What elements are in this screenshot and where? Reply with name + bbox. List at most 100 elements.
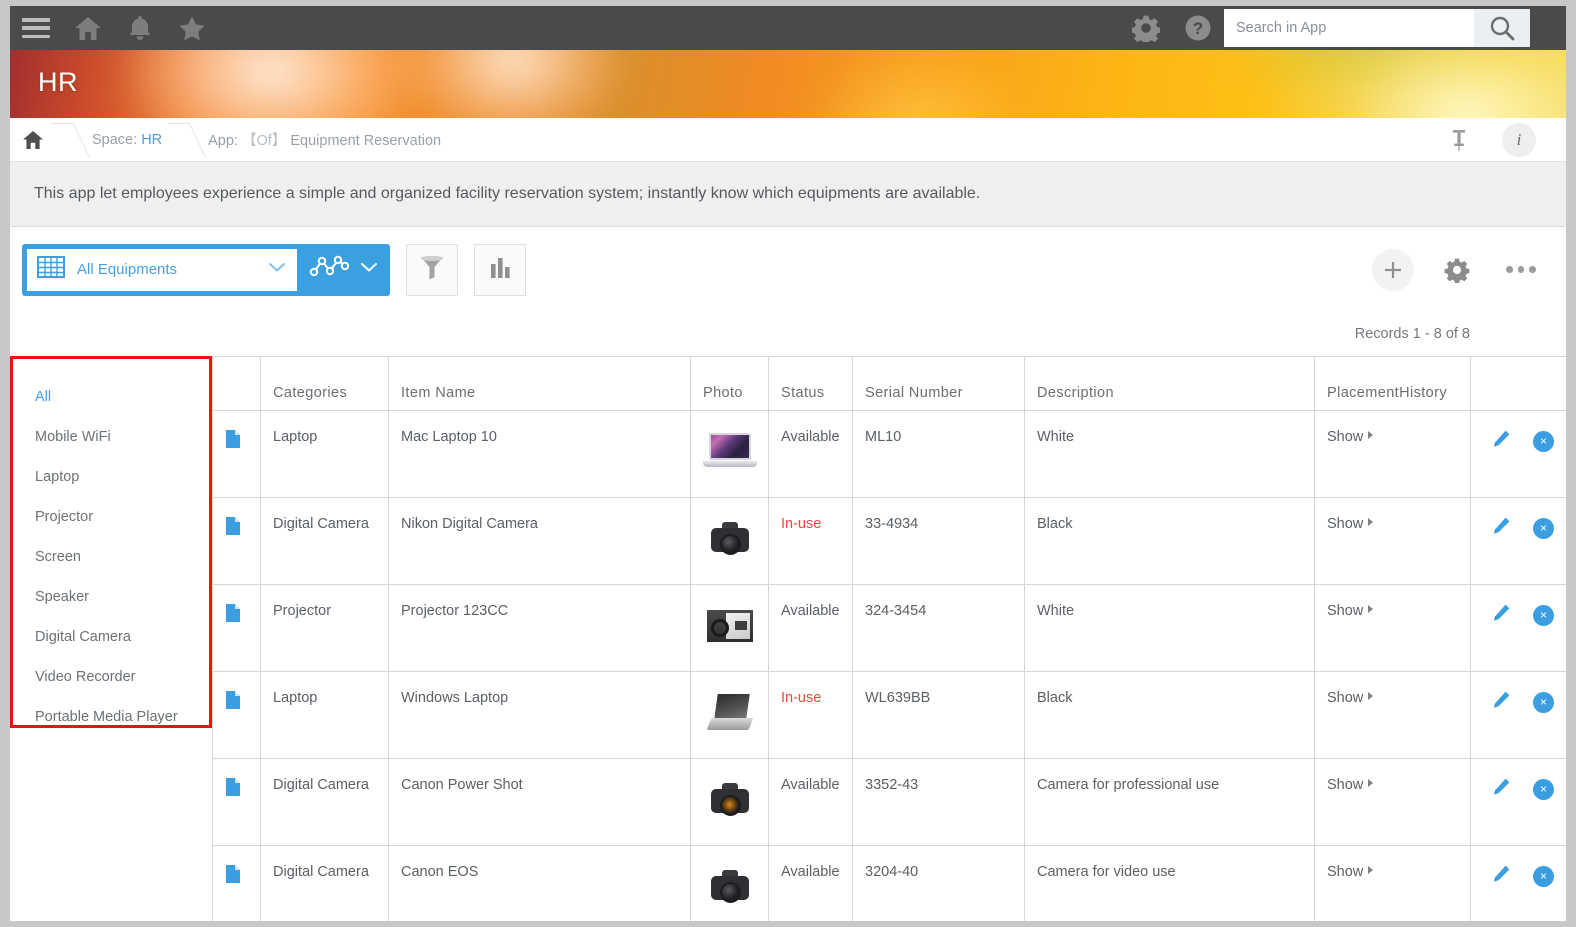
table-row[interactable]: Digital Camera Nikon Digital Camera In-use… [212, 497, 1566, 585]
column-header-serial[interactable]: Serial Number [852, 356, 1025, 411]
sidebar-item-label: Screen [35, 549, 81, 565]
sidebar-item-screen[interactable]: Screen [13, 537, 209, 577]
view-chart-toggle[interactable] [297, 249, 385, 291]
gear-icon[interactable] [1120, 6, 1172, 50]
cell-item-name: Canon Power Shot [388, 758, 691, 846]
line-chart-icon [309, 254, 350, 285]
records-table: Categories Item Name Photo Status Serial Num… [212, 356, 1566, 921]
table-view-icon [37, 255, 65, 284]
pencil-edit-icon[interactable] [1491, 690, 1511, 714]
status-badge: In-use [781, 516, 822, 532]
page-scrollbar[interactable] [1566, 0, 1576, 927]
cell-photo [690, 497, 769, 585]
pencil-edit-icon[interactable] [1491, 777, 1511, 801]
delete-record-icon[interactable]: × [1533, 691, 1554, 713]
sidebar-item-laptop[interactable]: Laptop [13, 457, 209, 497]
hamburger-menu-icon[interactable] [10, 6, 62, 50]
cell-categories: Laptop [260, 671, 389, 759]
open-record-cell[interactable] [212, 584, 261, 672]
sidebar-item-all[interactable]: All [13, 377, 209, 417]
column-header-description[interactable]: Description [1024, 356, 1315, 411]
document-icon[interactable] [225, 604, 241, 627]
table-row[interactable]: Laptop Windows Laptop In-use WL639BB Black Sh… [212, 671, 1566, 759]
table-row[interactable]: Digital Camera Canon Power Shot Available 3… [212, 758, 1566, 846]
delete-record-icon[interactable]: × [1533, 604, 1554, 626]
document-icon[interactable] [225, 517, 241, 540]
column-header-status[interactable]: Status [768, 356, 853, 411]
open-record-cell[interactable] [212, 410, 261, 498]
sidebar-item-speaker[interactable]: Speaker [13, 577, 209, 617]
show-history-label: Show [1327, 864, 1364, 880]
show-history-label: Show [1327, 516, 1364, 532]
row-action-group: × [1483, 429, 1562, 453]
show-history-link[interactable]: Show [1327, 603, 1374, 619]
more-options-button[interactable] [1500, 249, 1542, 291]
cell-placement-history: Show [1314, 758, 1471, 846]
table-row[interactable]: Digital Camera Canon EOS Available 3204-40 C… [212, 845, 1566, 921]
cell-item-name: Windows Laptop [388, 671, 691, 759]
table-row[interactable]: Projector Projector 123CC Available 324-345… [212, 584, 1566, 672]
chart-button[interactable] [474, 243, 526, 296]
breadcrumb-home-icon[interactable] [10, 118, 56, 162]
column-header-categories[interactable]: Categories [260, 356, 389, 411]
cell-serial-number: 3352-43 [852, 758, 1025, 846]
view-toolbar: All Equipments [10, 227, 1566, 312]
sidebar-item-video-recorder[interactable]: Video Recorder [13, 657, 209, 697]
sidebar-item-projector[interactable]: Projector [13, 497, 209, 537]
open-record-cell[interactable] [212, 497, 261, 585]
cell-description: Black [1024, 671, 1315, 759]
show-history-label: Show [1327, 429, 1364, 445]
column-header-item_name[interactable]: Item Name [388, 356, 691, 411]
delete-record-icon[interactable]: × [1533, 430, 1554, 452]
home-icon[interactable] [62, 6, 114, 50]
cell-description: Camera for video use [1024, 845, 1315, 921]
sidebar-item-label: Video Recorder [35, 669, 136, 685]
pencil-edit-icon[interactable] [1491, 516, 1511, 540]
cell-serial-number: 3204-40 [852, 845, 1025, 921]
delete-record-icon[interactable]: × [1533, 778, 1554, 800]
breadcrumb-space-link[interactable]: HR [141, 132, 162, 148]
open-record-cell[interactable] [212, 671, 261, 759]
show-history-link[interactable]: Show [1327, 777, 1374, 793]
star-icon[interactable] [166, 6, 218, 50]
delete-record-icon[interactable]: × [1533, 517, 1554, 539]
breadcrumb-separator-1 [56, 118, 82, 162]
topbar-left-icons [10, 6, 218, 50]
search-input[interactable] [1224, 9, 1474, 47]
cell-actions: × [1470, 758, 1566, 846]
show-history-label: Show [1327, 603, 1364, 619]
show-history-link[interactable]: Show [1327, 690, 1374, 706]
global-topbar: ? [10, 6, 1566, 50]
filter-button[interactable] [406, 243, 458, 296]
info-icon[interactable]: i [1502, 122, 1536, 171]
pencil-edit-icon[interactable] [1491, 603, 1511, 627]
cell-serial-number: ML10 [852, 410, 1025, 498]
table-row[interactable]: Laptop Mac Laptop 10 Available ML10 White Sho… [212, 410, 1566, 498]
show-history-link[interactable]: Show [1327, 864, 1374, 880]
delete-record-icon[interactable]: × [1533, 865, 1554, 887]
pin-icon[interactable] [1436, 118, 1482, 162]
document-icon[interactable] [225, 691, 241, 714]
pencil-edit-icon[interactable] [1491, 429, 1511, 453]
toolbar-right-actions [1372, 248, 1542, 291]
search-button[interactable] [1474, 9, 1530, 47]
document-icon[interactable] [225, 430, 241, 453]
show-history-link[interactable]: Show [1327, 429, 1374, 445]
bell-icon[interactable] [114, 6, 166, 50]
pencil-edit-icon[interactable] [1491, 864, 1511, 888]
sidebar-item-mobile-wifi[interactable]: Mobile WiFi [13, 417, 209, 457]
column-header-photo[interactable]: Photo [690, 356, 769, 411]
document-icon[interactable] [225, 865, 241, 888]
help-icon[interactable]: ? [1172, 6, 1224, 50]
add-record-button[interactable] [1372, 248, 1414, 291]
show-history-link[interactable]: Show [1327, 516, 1374, 532]
app-description-panel: This app let employees experience a simp… [10, 162, 1566, 227]
column-header-history[interactable]: PlacementHistory [1314, 356, 1471, 411]
open-record-cell[interactable] [212, 758, 261, 846]
document-icon[interactable] [225, 778, 241, 801]
app-settings-gear-icon[interactable] [1436, 249, 1478, 291]
open-record-cell[interactable] [212, 845, 261, 921]
sidebar-item-digital-camera[interactable]: Digital Camera [13, 617, 209, 657]
sidebar-item-portable-media-player[interactable]: Portable Media Player [13, 697, 209, 737]
view-selector-dropdown[interactable]: All Equipments [27, 248, 297, 291]
